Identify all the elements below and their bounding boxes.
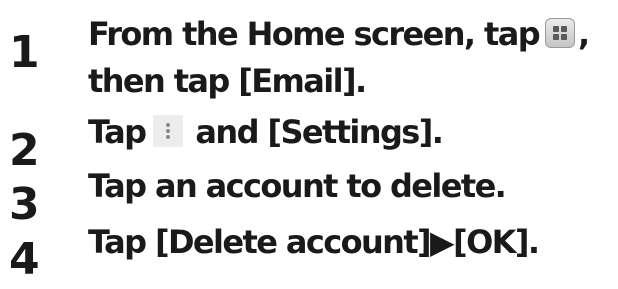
more-options-icon — [153, 115, 184, 147]
step-text: Tap and [Settings]. — [88, 108, 444, 156]
apps-grid-icon — [545, 18, 576, 48]
step-text: Tap [Delete account]▶[OK]. — [88, 223, 540, 261]
step-number: 2 — [9, 125, 40, 176]
step-number: 4 — [9, 234, 40, 285]
step-text-before-icon: Tap — [88, 113, 147, 151]
step-text-after-icon: and [Settings]. — [195, 113, 443, 151]
step-number: 3 — [9, 179, 40, 230]
step-number: 1 — [9, 27, 40, 78]
step-text-line-1: From the Home screen, tap, — [88, 10, 590, 58]
step-text: Tap an account to delete. — [88, 167, 507, 205]
step-text-line-2: then tap [Email]. — [88, 62, 367, 100]
step-text-comma: , — [578, 15, 590, 53]
step-text: From the Home screen, tap — [88, 15, 541, 53]
